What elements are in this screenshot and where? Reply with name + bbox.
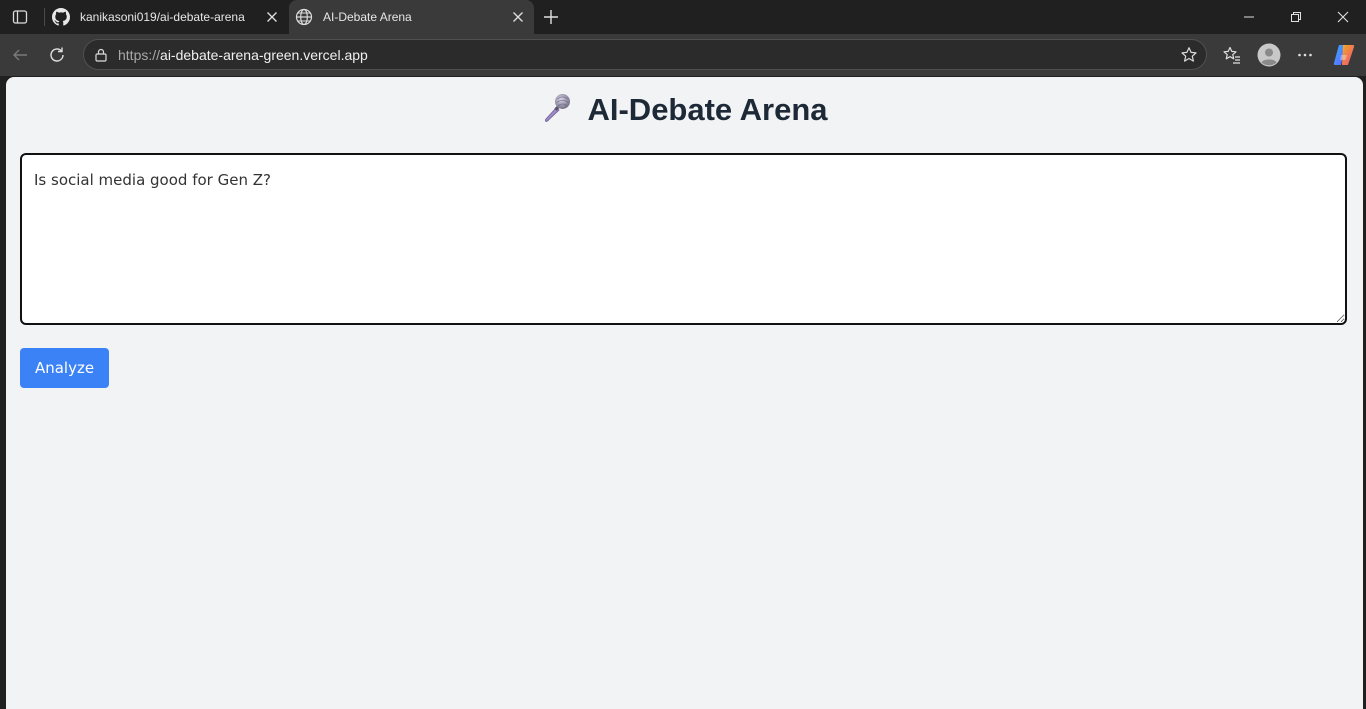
microphone-icon <box>545 94 571 122</box>
favorite-button[interactable] <box>1178 44 1200 66</box>
close-window-button[interactable] <box>1320 0 1366 34</box>
tab-actions-icon <box>12 10 28 24</box>
arrow-left-icon <box>13 49 27 61</box>
back-button[interactable] <box>4 39 36 71</box>
globe-icon <box>295 8 313 26</box>
tab-github[interactable]: kanikasoni019/ai-debate-arena <box>46 0 288 34</box>
close-tab-button[interactable] <box>260 5 284 29</box>
ellipsis-icon <box>1298 53 1312 57</box>
tab-actions-button[interactable] <box>6 4 34 30</box>
page-content: AI-Debate Arena Analyze <box>6 77 1363 709</box>
close-icon <box>1337 11 1349 23</box>
page-title: AI-Debate Arena <box>6 91 1363 128</box>
page-title-text: AI-Debate Arena <box>587 92 828 127</box>
favorites-icon <box>1223 46 1240 64</box>
close-icon <box>513 12 523 22</box>
browser-toolbar: https://ai-debate-arena-green.vercel.app <box>0 34 1366 76</box>
minimize-button[interactable] <box>1226 0 1272 34</box>
title-bar: kanikasoni019/ai-debate-arena AI-Debate … <box>0 0 1366 34</box>
plus-icon <box>544 10 558 24</box>
new-tab-button[interactable] <box>538 4 564 30</box>
lock-icon[interactable] <box>92 46 110 64</box>
address-bar[interactable]: https://ai-debate-arena-green.vercel.app <box>83 39 1207 70</box>
star-icon <box>1181 47 1197 62</box>
restore-button[interactable] <box>1273 0 1319 34</box>
debate-topic-input[interactable] <box>20 153 1347 325</box>
analyze-button[interactable]: Analyze <box>20 348 109 388</box>
refresh-icon <box>50 47 64 62</box>
url-text[interactable]: https://ai-debate-arena-green.vercel.app <box>118 47 368 63</box>
minimize-icon <box>1244 16 1254 18</box>
tab-ai-debate-arena[interactable]: AI-Debate Arena <box>289 0 534 34</box>
favorites-button[interactable] <box>1216 39 1248 71</box>
copilot-icon <box>1333 45 1355 65</box>
more-options-button[interactable] <box>1289 39 1321 71</box>
profile-button[interactable] <box>1253 39 1285 71</box>
close-icon <box>267 12 277 22</box>
tab-separator <box>44 8 45 26</box>
refresh-button[interactable] <box>41 39 73 71</box>
restore-icon <box>1291 12 1301 22</box>
url-host: ai-debate-arena-green.vercel.app <box>160 47 368 63</box>
avatar-icon <box>1257 43 1281 67</box>
tab-title: kanikasoni019/ai-debate-arena <box>80 10 245 24</box>
url-scheme: https:// <box>118 47 161 63</box>
tab-title: AI-Debate Arena <box>323 10 412 24</box>
close-tab-button[interactable] <box>506 5 530 29</box>
github-icon <box>52 8 70 26</box>
copilot-button[interactable] <box>1328 39 1360 71</box>
